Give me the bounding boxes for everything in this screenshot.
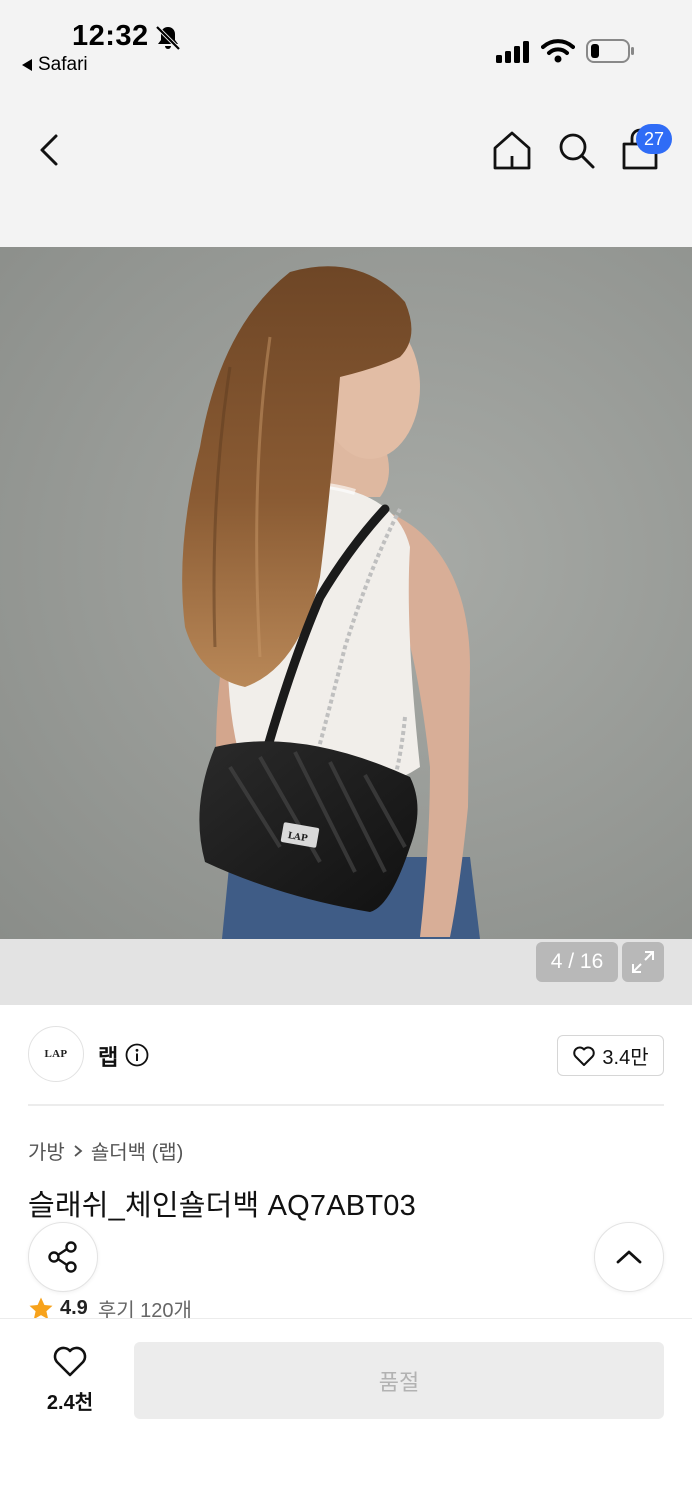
brand-name[interactable]: 랩 xyxy=(98,1040,118,1072)
heart-icon xyxy=(573,1046,596,1066)
expand-button[interactable] xyxy=(622,942,664,982)
brand-like-count: 3.4만 xyxy=(602,1047,649,1069)
chevron-up-icon xyxy=(616,1250,642,1264)
battery-icon xyxy=(586,39,634,63)
brand-like-button[interactable]: 3.4만 xyxy=(557,1035,664,1076)
expand-icon xyxy=(632,951,654,973)
back-arrow-icon[interactable] xyxy=(30,128,70,172)
breadcrumb-item[interactable]: 가방 xyxy=(28,1136,65,1165)
chevron-right-icon xyxy=(74,1144,83,1157)
model-photo-illustration: LAP xyxy=(182,266,480,939)
back-to-safari[interactable]: Safari xyxy=(22,54,88,76)
wishlist-button[interactable]: 2.4천 xyxy=(30,1344,110,1414)
home-icon[interactable] xyxy=(490,128,534,172)
rating-score: 4.9 xyxy=(60,1297,88,1319)
product-title: 슬래쉬_체인숄더백 AQ7ABT03 xyxy=(28,1190,416,1222)
breadcrumb: 가방 숄더백 (랩) xyxy=(28,1136,183,1165)
back-app-label: Safari xyxy=(38,54,88,75)
share-icon xyxy=(48,1241,77,1273)
divider xyxy=(28,1104,664,1106)
bell-slash-icon xyxy=(155,25,181,51)
status-time: 12:32 xyxy=(72,20,149,52)
wifi-icon xyxy=(541,39,575,63)
sold-out-button[interactable]: 품절 xyxy=(134,1342,664,1419)
scroll-top-button[interactable] xyxy=(594,1222,664,1292)
product-image[interactable]: LAP xyxy=(0,247,692,939)
share-button[interactable] xyxy=(28,1222,98,1292)
search-icon[interactable] xyxy=(554,128,598,172)
image-counter: 4 / 16 xyxy=(536,942,618,982)
cart-count-badge: 27 xyxy=(636,124,672,154)
brand-logo[interactable]: LAP xyxy=(28,1026,84,1082)
heart-icon xyxy=(53,1346,87,1377)
breadcrumb-item[interactable]: 숄더백 (랩) xyxy=(91,1136,183,1165)
back-triangle-icon xyxy=(22,59,32,71)
info-icon[interactable] xyxy=(125,1043,149,1067)
wishlist-count: 2.4천 xyxy=(46,1392,94,1414)
signal-icon xyxy=(496,41,529,63)
